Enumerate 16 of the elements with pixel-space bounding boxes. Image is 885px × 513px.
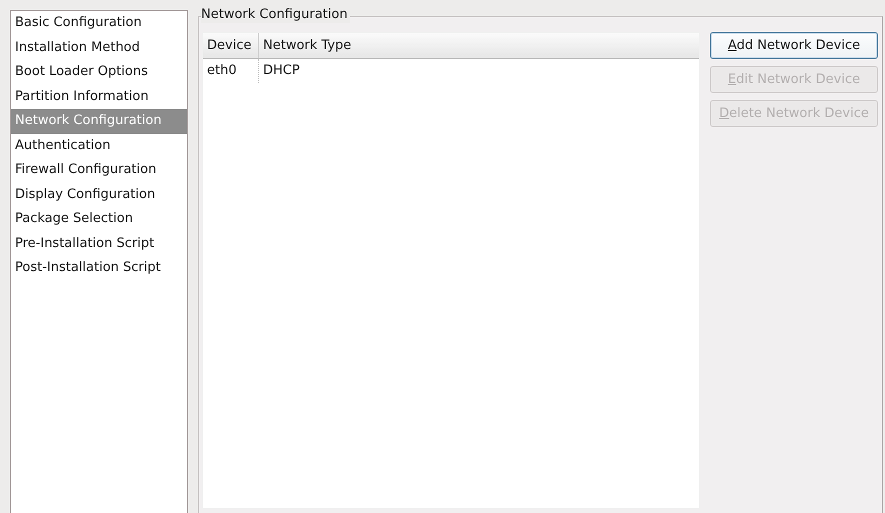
sidebar-item[interactable]: Pre-Installation Script (11, 232, 187, 256)
sidebar-item[interactable]: Partition Information (11, 84, 187, 109)
sidebar-item[interactable]: Post-Installation Script (11, 256, 187, 280)
sidebar-item[interactable]: Firewall Configuration (11, 158, 187, 182)
sidebar-item[interactable]: Package Selection (11, 207, 187, 232)
sidebar-item[interactable]: Basic Configuration (11, 11, 187, 36)
sidebar-item[interactable]: Display Configuration (11, 182, 187, 207)
column-header[interactable]: Network Type (259, 33, 699, 58)
sidebar-item[interactable]: Boot Loader Options (11, 60, 187, 84)
sidebar-item[interactable]: Authentication (11, 134, 187, 158)
table-cell-text: DHCP (262, 62, 301, 80)
column-header[interactable]: Device (203, 33, 259, 58)
network-device-button[interactable]: Add Network Device (710, 32, 878, 59)
sidebar-item[interactable]: Installation Method (11, 36, 187, 60)
table-cell: eth0 (203, 59, 259, 83)
group-title: Network Configuration (201, 7, 350, 23)
